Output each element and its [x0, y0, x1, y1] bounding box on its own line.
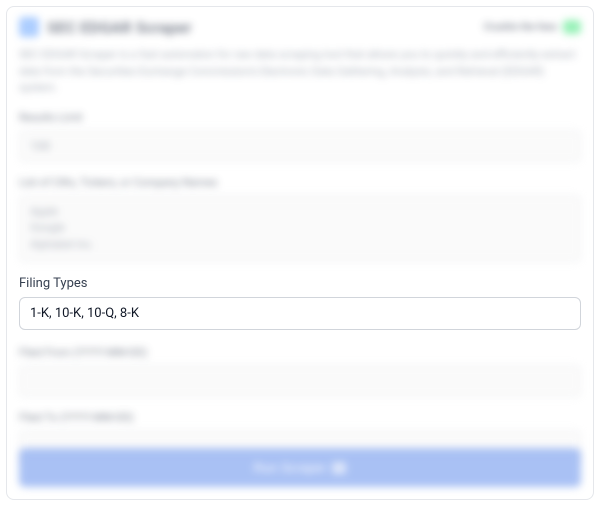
app-title: SEC EDGAR Scraper	[47, 18, 191, 37]
filed-from-input[interactable]	[19, 365, 581, 397]
company-list-input[interactable]: Apple Google Alphabet Inc.	[19, 195, 581, 263]
header: SEC EDGAR Scraper Crushin the fees	[19, 17, 581, 37]
app-card: SEC EDGAR Scraper Crushin the fees SEC E…	[6, 6, 594, 500]
run-button-label: Run Scraper	[254, 460, 327, 475]
filed-from-group: Filed From (YYYY-MM-DD)	[19, 346, 581, 397]
filed-from-label: Filed From (YYYY-MM-DD)	[19, 346, 581, 359]
results-limit-label: Results Limit	[19, 111, 581, 124]
results-limit-group: Results Limit 100	[19, 111, 581, 162]
filing-types-label: Filing Types	[19, 276, 581, 291]
filed-to-input[interactable]	[19, 430, 581, 462]
header-section: SEC EDGAR Scraper Crushin the fees SEC E…	[19, 17, 581, 97]
live-label: Crushin the fees	[484, 22, 557, 33]
company-list-group: List of CIKs, Tickers, or Company Names …	[19, 176, 581, 263]
header-right: Crushin the fees	[484, 20, 581, 34]
play-icon	[332, 462, 346, 474]
company-list-label: List of CIKs, Tickers, or Company Names	[19, 176, 581, 189]
live-badge-icon	[563, 20, 581, 34]
filed-to-group: Filed To (YYYY-MM-DD)	[19, 411, 581, 462]
run-scraper-button[interactable]: Run Scraper	[19, 448, 581, 487]
app-icon	[19, 17, 39, 37]
filed-to-label: Filed To (YYYY-MM-DD)	[19, 411, 581, 424]
app-description: SEC EDGAR Scraper is a fast automaton fo…	[19, 47, 581, 97]
filing-types-group: Filing Types	[19, 276, 581, 330]
filing-types-input[interactable]	[19, 297, 581, 330]
results-limit-input[interactable]: 100	[19, 130, 581, 162]
header-left: SEC EDGAR Scraper	[19, 17, 191, 37]
